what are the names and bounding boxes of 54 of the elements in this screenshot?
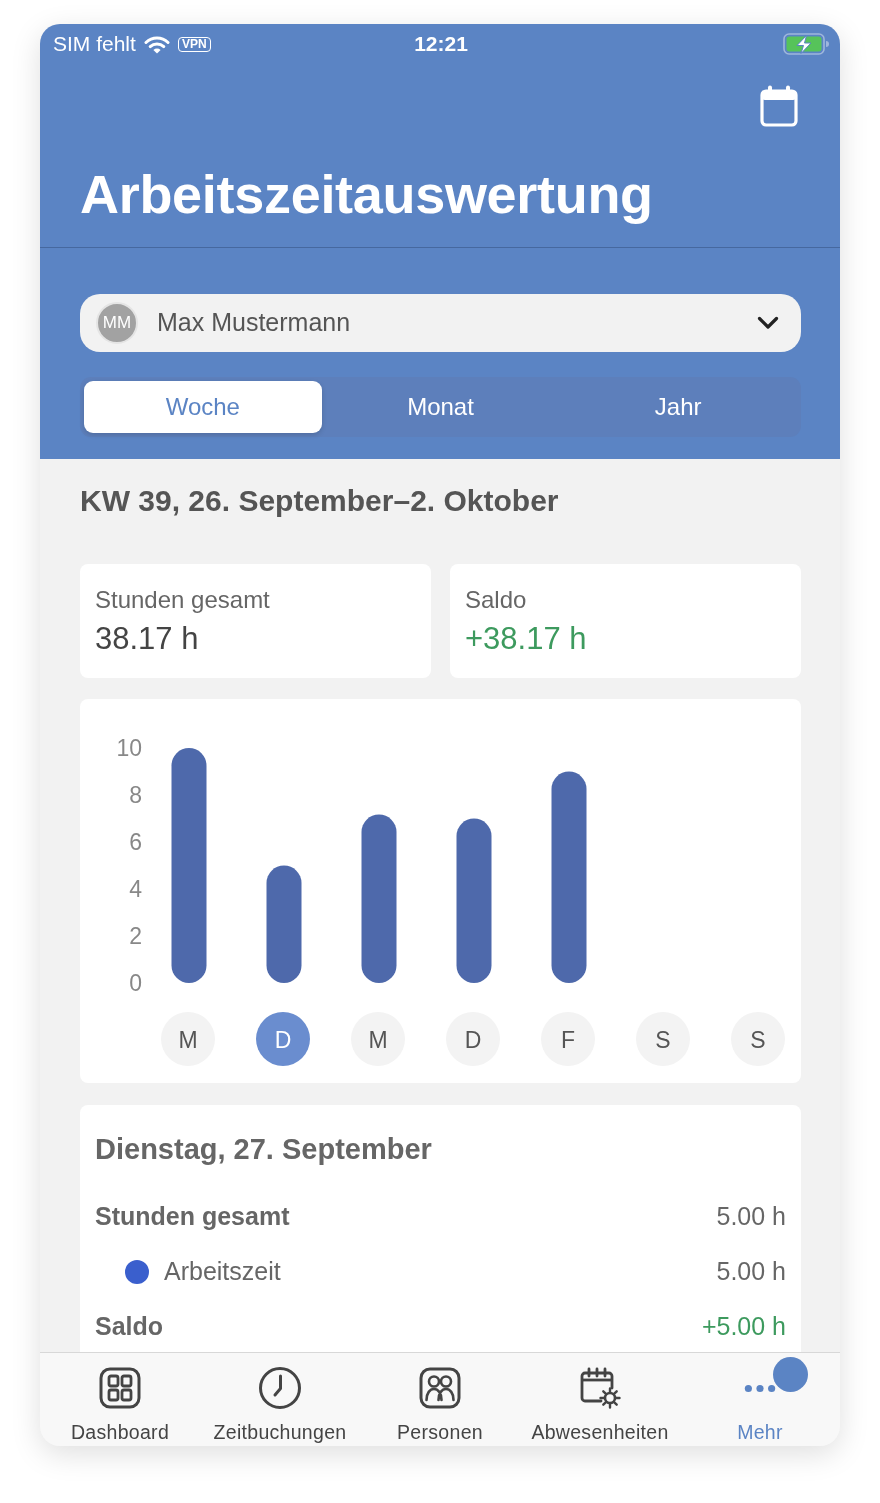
- detail-value: 5.00 h: [716, 1201, 786, 1233]
- detail-label: Saldo: [95, 1311, 164, 1343]
- summary-label: Stunden gesamt: [95, 585, 270, 615]
- wifi-icon: [143, 34, 170, 54]
- summary-value: +38.17 h: [465, 620, 587, 658]
- axis-tick-label: 10: [116, 735, 142, 761]
- battery-charging-icon: [783, 33, 829, 55]
- detail-value: +5.00 h: [701, 1311, 786, 1343]
- tab-bar-item[interactable]: Dashboard: [40, 1353, 200, 1446]
- day-button[interactable]: F: [541, 1012, 595, 1066]
- detail-label: Arbeitszeit: [164, 1256, 281, 1288]
- day-button[interactable]: M: [161, 1012, 215, 1066]
- day-button[interactable]: M: [351, 1012, 405, 1066]
- people-icon: [419, 1367, 461, 1409]
- calendar-sun-icon: [579, 1367, 621, 1409]
- detail-label: Stunden gesamt: [95, 1201, 290, 1233]
- x-tick-label: S: [655, 1027, 671, 1053]
- grid-icon: [99, 1367, 141, 1409]
- period-tab[interactable]: Monat: [321, 381, 560, 433]
- summary-value: 38.17 h: [95, 620, 199, 658]
- chevron-down-icon: [757, 316, 779, 330]
- avatar: MM: [96, 302, 138, 344]
- detail-value: 5.00 h: [716, 1256, 786, 1288]
- axis-tick-label: 2: [129, 923, 142, 949]
- more-dots-icon: [743, 1383, 777, 1394]
- status-time: 12:21: [414, 31, 468, 58]
- summary-label: Saldo: [465, 585, 527, 615]
- calendar-icon[interactable]: [760, 85, 798, 127]
- period-tab[interactable]: Woche: [84, 381, 322, 433]
- page-title: Arbeitszeitauswertung: [40, 134, 840, 248]
- day-button[interactable]: D: [446, 1012, 500, 1066]
- axis-tick-label: 4: [129, 876, 142, 902]
- x-tick-label: D: [464, 1027, 482, 1053]
- vpn-badge: VPN: [177, 36, 211, 52]
- day-button[interactable]: S: [731, 1012, 785, 1066]
- period-heading: KW 39, 26. September–2. Oktober: [80, 483, 560, 519]
- day-button[interactable]: S: [636, 1012, 690, 1066]
- x-tick-label: F: [560, 1027, 576, 1053]
- detail-title: Dienstag, 27. September: [95, 1132, 433, 1167]
- clock-icon: [259, 1367, 301, 1409]
- tab-bar-item[interactable]: Abwesenheiten: [520, 1353, 680, 1446]
- x-tick-label: S: [750, 1027, 766, 1053]
- x-tick-label: M: [368, 1027, 388, 1053]
- axis-tick-label: 6: [129, 829, 142, 855]
- person-dropdown[interactable]: MM Max Mustermann: [80, 294, 801, 352]
- axis-tick-label: 0: [129, 970, 142, 996]
- axis-tick-label: 8: [129, 782, 142, 808]
- carrier-text: SIM fehlt: [53, 31, 136, 58]
- tab-bar-item[interactable]: Personen: [360, 1353, 520, 1446]
- period-tab[interactable]: Jahr: [559, 381, 797, 433]
- tab-bar-item[interactable]: Mehr: [680, 1353, 840, 1446]
- tab-bar-item[interactable]: Zeitbuchungen: [200, 1353, 360, 1446]
- x-tick-label: D: [274, 1027, 292, 1053]
- x-tick-label: M: [178, 1027, 198, 1053]
